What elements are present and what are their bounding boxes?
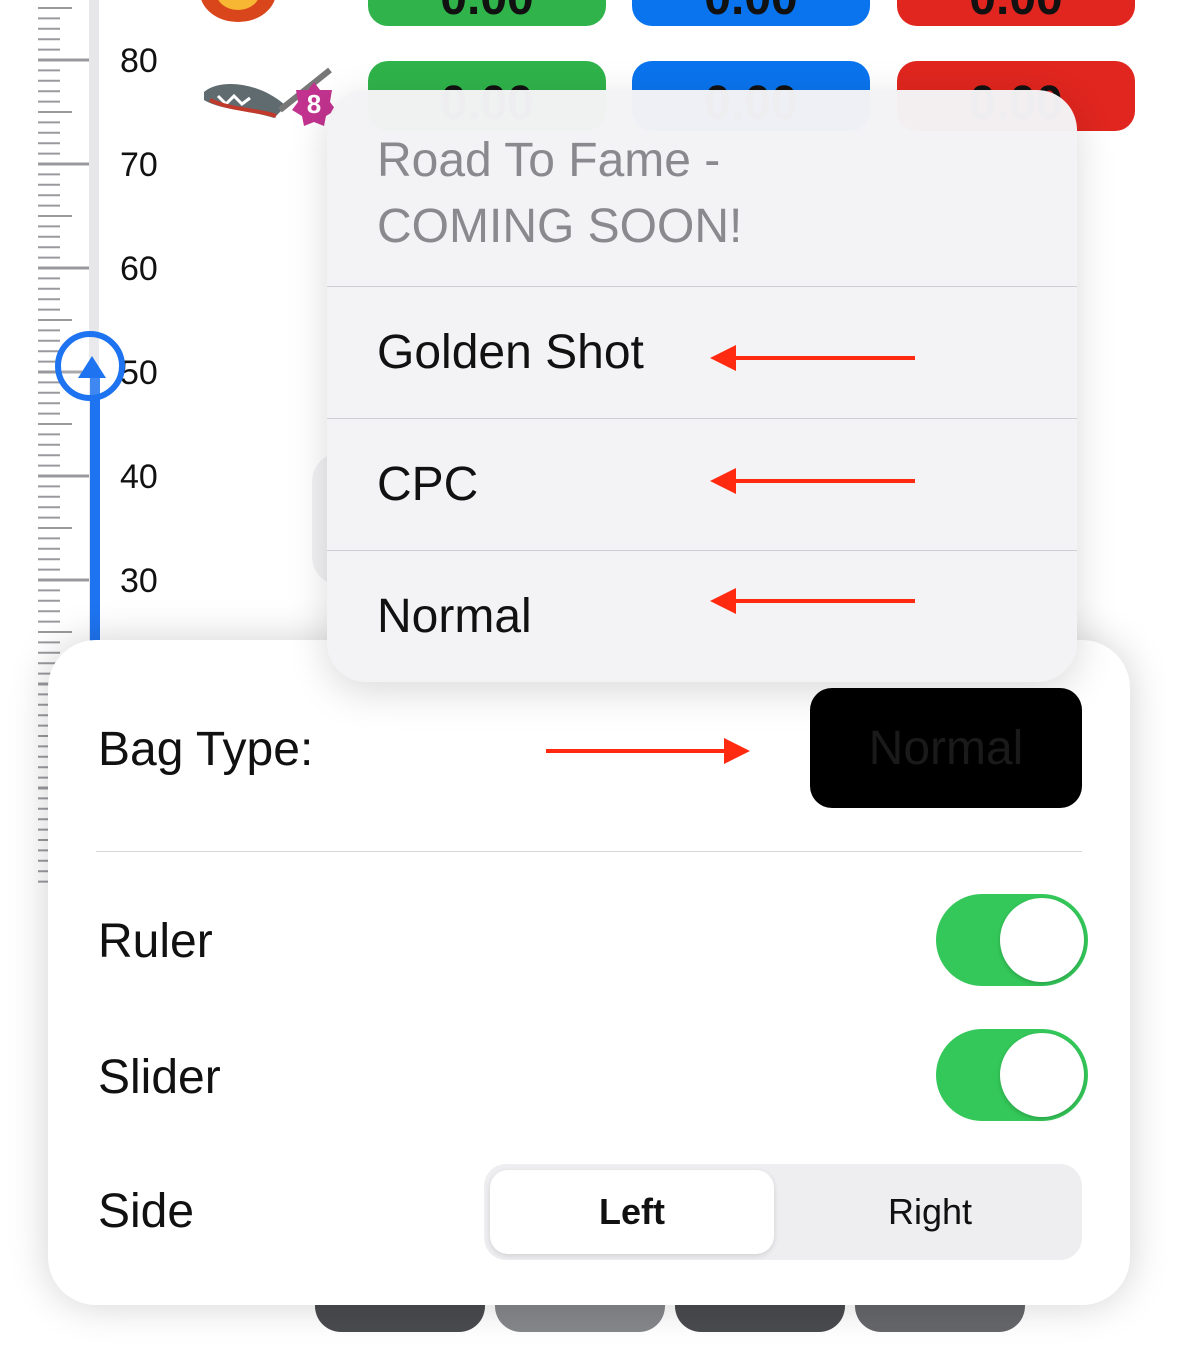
arrow-left-icon — [710, 588, 736, 614]
ruler-tick-label: 60 — [120, 250, 158, 288]
ruler-tick-label: 40 — [120, 458, 158, 496]
slider-label: Slider — [98, 1051, 221, 1104]
side-option-left[interactable]: Left — [490, 1170, 774, 1254]
annotation-arrow-left — [735, 599, 915, 603]
side-segmented-control[interactable]: Left Right — [484, 1164, 1082, 1260]
menu-item-label: Normal — [377, 590, 532, 643]
divider — [96, 851, 1082, 852]
ruler-tick-label: 50 — [120, 354, 158, 392]
menu-item-label: CPC — [377, 458, 479, 511]
bag-type-label: Bag Type: — [98, 723, 314, 776]
menu-item-golden-shot[interactable]: Golden Shot — [327, 287, 1077, 418]
menu-item-cpc[interactable]: CPC — [327, 419, 1077, 550]
slider-toggle[interactable] — [936, 1029, 1088, 1121]
toggle-knob — [1000, 1033, 1084, 1117]
arrow-left-icon — [710, 468, 736, 494]
bag-type-button[interactable]: Normal — [810, 688, 1082, 808]
ruler-fill — [90, 372, 100, 662]
bag-type-value: Normal — [868, 721, 1024, 775]
menu-item-normal[interactable]: Normal — [327, 551, 1077, 682]
ruler-tick-label: 80 — [120, 42, 158, 80]
annotation-arrow-left — [735, 479, 915, 483]
ruler-handle-arrow-icon — [78, 356, 106, 378]
annotation-arrow-left — [735, 356, 915, 360]
value-pill-red[interactable]: 0.00 — [897, 0, 1135, 26]
side-option-right[interactable]: Right — [784, 1170, 1076, 1254]
menu-item-label: Golden Shot — [377, 326, 644, 379]
ruler-tick-label: 30 — [120, 562, 158, 600]
ruler-toggle[interactable] — [936, 894, 1088, 986]
ruler-label: Ruler — [98, 915, 213, 968]
arrow-right-icon — [724, 738, 750, 764]
toggle-knob — [1000, 898, 1084, 982]
value-pill-blue[interactable]: 0.00 — [632, 0, 870, 26]
value-pill-green[interactable]: 0.00 — [368, 0, 606, 26]
settings-sheet: Bag Type: Normal Ruler Slider Side Left … — [48, 640, 1130, 1305]
club-row-1[interactable]: 9 — [200, 0, 340, 28]
annotation-arrow-right — [546, 749, 726, 753]
golf-club-fire-icon — [201, 0, 275, 22]
ruler-tick-label: 70 — [120, 146, 158, 184]
menu-header: Road To Fame - COMING SOON! — [377, 134, 743, 253]
bag-type-menu: Road To Fame - COMING SOON! Golden Shot … — [327, 90, 1077, 682]
arrow-left-icon — [710, 345, 736, 371]
side-label: Side — [98, 1185, 195, 1238]
